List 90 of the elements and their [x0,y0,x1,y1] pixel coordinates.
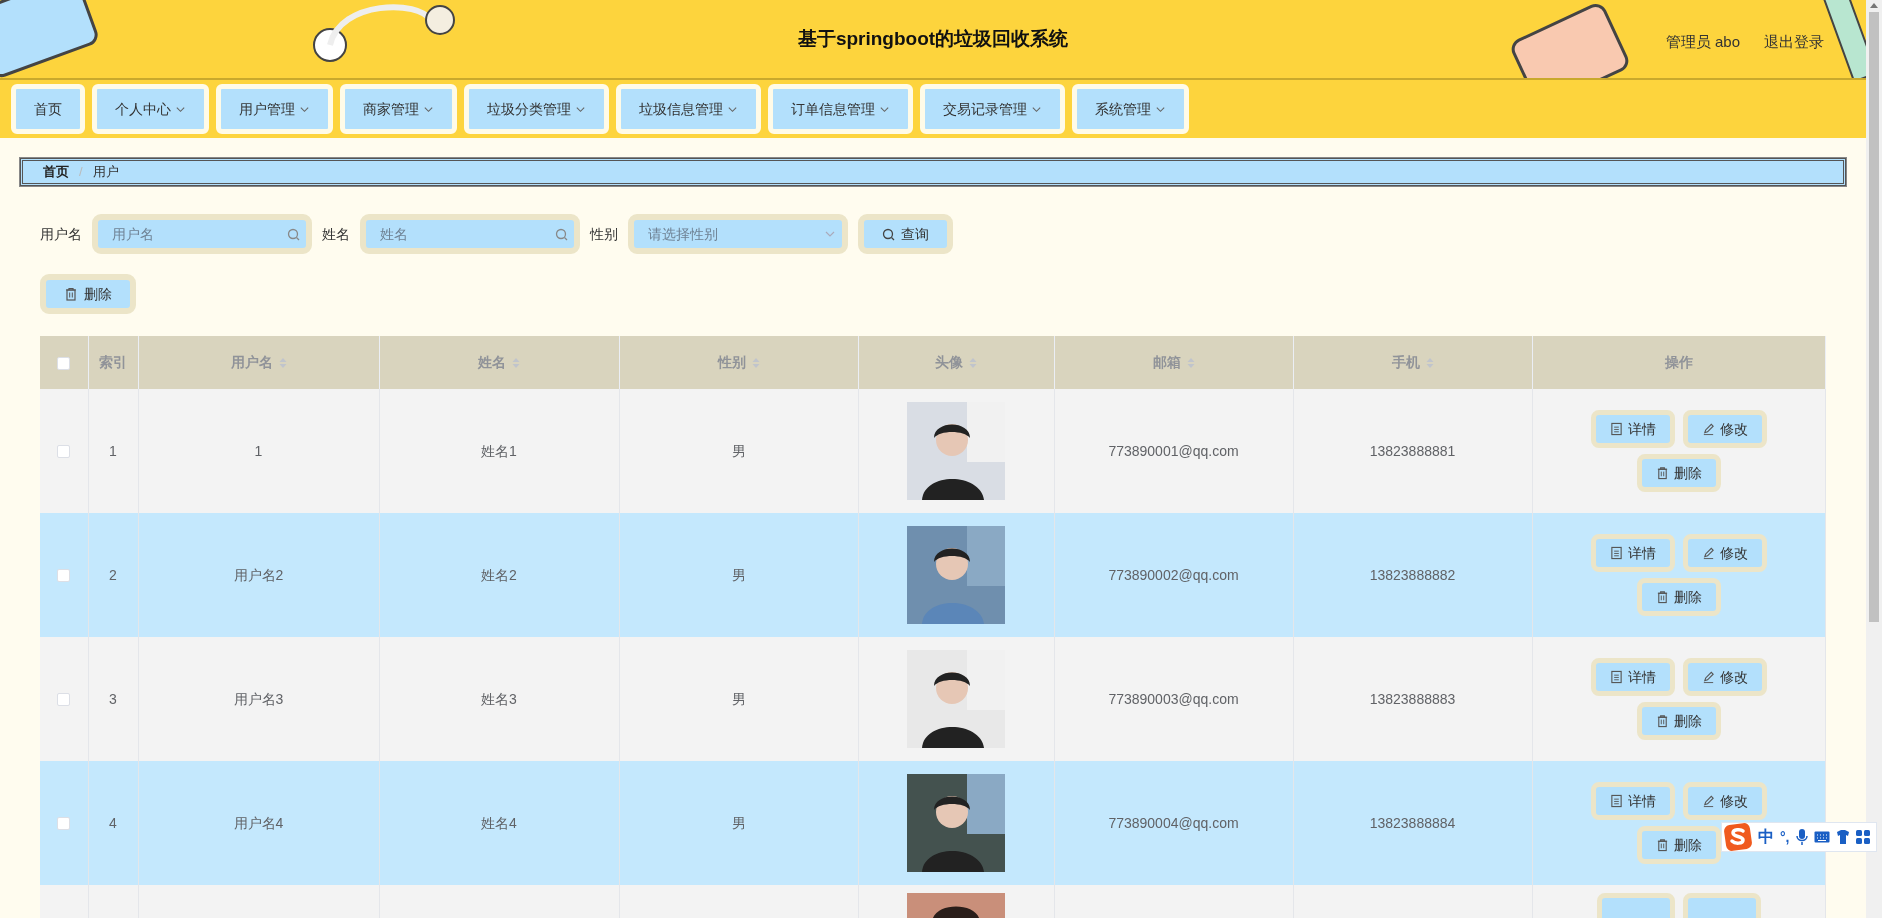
search-icon [882,227,895,241]
table-cell-text: 773890002@qq.com [1108,566,1239,583]
input-mode-toggle[interactable]: 中 [1758,825,1774,849]
trash-icon [1655,590,1669,604]
grid-icon [1855,830,1870,844]
search-field[interactable]: 用户名 [92,214,312,254]
column-header: 索引 [99,354,127,370]
table-cell-text: 男 [731,566,746,583]
row-checkbox[interactable] [57,569,71,583]
table-cell-text: 4 [109,814,117,831]
document-icon [1609,794,1623,808]
breadcrumb-separator: / [79,163,83,182]
detail-button[interactable]: 详情 [1590,782,1675,820]
detail-button[interactable]: 详情 [1590,658,1675,696]
scrollbar-thumb[interactable] [1869,12,1879,622]
punctuation-toggle[interactable]: °, [1780,826,1790,848]
table-cell-text: 13823888882 [1369,566,1456,583]
nav-menu-button[interactable]: 订单信息管理 [768,84,913,134]
table-cell-text: 用户名3 [233,690,284,707]
delete-button[interactable]: 删除 [1636,578,1721,616]
select-field[interactable]: 请选择性别 [628,214,848,254]
nav-menu-button[interactable]: 用户管理 [216,84,333,134]
table-cell-text: 13823888884 [1369,814,1456,831]
query-button[interactable]: 查询 [858,214,953,254]
table-cell-text: 2 [109,566,117,583]
shirt-icon [1835,829,1850,845]
nav-menu-button[interactable]: 商家管理 [340,84,457,134]
table-cell-text: 773890001@qq.com [1108,442,1239,459]
table-cell-text: 姓名1 [481,442,517,459]
breadcrumb-link[interactable]: 首页 [43,162,69,182]
nav-menu-button[interactable]: 首页 [11,84,85,134]
table-cell-text: 13823888883 [1369,690,1456,707]
pen-icon [1701,794,1715,808]
edit-button[interactable]: 修改 [1682,410,1767,448]
row-checkbox[interactable] [57,817,71,831]
edit-button[interactable]: 修改 [1682,658,1767,696]
search-icon [555,228,568,241]
detail-button[interactable]: 详情 [1590,410,1675,448]
row-checkbox[interactable] [57,693,71,707]
pen-icon [1701,670,1715,684]
delete-button[interactable]: 删除 [1636,702,1721,740]
nav-menu-button[interactable]: 垃圾分类管理 [464,84,609,134]
table-cell-text: 13823888881 [1369,442,1456,459]
delete-button[interactable]: 删除 [40,274,136,314]
field-label: 姓名 [322,224,350,244]
nav-menu-button[interactable]: 交易记录管理 [920,84,1065,134]
table-cell-text: 用户名2 [233,566,284,583]
table-cell-text: 男 [731,442,746,459]
logout-link[interactable]: 退出登录 [1764,31,1824,54]
table-cell-text: 用户名4 [233,814,284,831]
edit-button[interactable]: 修改 [1682,534,1767,572]
breadcrumb-current: 用户 [92,163,119,182]
detail-button[interactable]: 详情 [1590,534,1675,572]
trash-icon [1655,714,1669,728]
table-cell-text: 1 [109,442,117,459]
column-header: 操作 [1664,354,1693,370]
table-cell-text: 男 [731,690,746,707]
trash-icon [64,287,78,301]
table-cell-text: 773890004@qq.com [1108,814,1239,831]
edit-button[interactable]: 修改 [1682,782,1767,820]
pen-icon [1701,422,1715,436]
search-field[interactable]: 姓名 [360,214,580,254]
trash-icon [1655,838,1669,852]
page-title: 基于springboot的垃圾回收系统 [797,26,1069,51]
select-all-checkbox[interactable] [57,356,71,370]
keyboard-icon [1813,831,1830,843]
document-icon [1609,546,1623,560]
row-checkbox[interactable] [57,445,71,459]
table-cell-text: 姓名3 [481,690,517,707]
nav-menu-button[interactable]: 垃圾信息管理 [616,84,761,134]
microphone-icon [1795,828,1808,846]
table-cell-text: 姓名2 [481,566,517,583]
pen-icon [1701,546,1715,560]
nav-menu-button[interactable]: 个人中心 [92,84,209,134]
trash-icon [1655,466,1669,480]
field-label: 用户名 [40,224,82,244]
nav-menu-button[interactable]: 系统管理 [1072,84,1189,134]
table-cell-text: 姓名4 [481,814,517,831]
table-cell-text: 3 [109,690,117,707]
document-icon [1609,670,1623,684]
delete-button[interactable]: 删除 [1636,454,1721,492]
document-icon [1609,422,1623,436]
scrollbar[interactable] [1866,0,1882,918]
delete-button[interactable]: 删除 [1636,826,1721,864]
table-cell-text: 男 [731,814,746,831]
table-cell-text: 773890003@qq.com [1108,690,1239,707]
admin-label: 管理员 abo [1665,32,1740,52]
search-icon [287,228,300,241]
field-label: 性别 [590,224,618,244]
table-cell-text: 1 [254,442,263,459]
